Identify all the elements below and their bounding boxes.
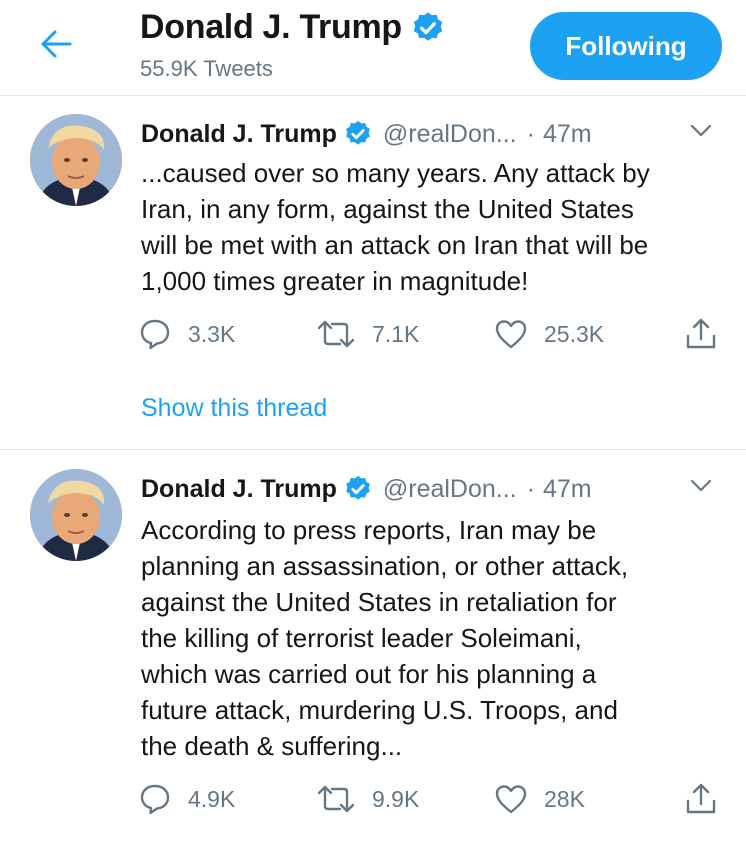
heart-icon (494, 783, 528, 815)
chevron-down-icon (690, 124, 712, 143)
tweet-text-line: 1,000 times greater in magnitude! (141, 266, 529, 296)
like-count: 28K (544, 785, 585, 812)
retweet-button[interactable]: 7.1K (316, 314, 419, 354)
verified-badge-icon (410, 10, 446, 46)
author-handle[interactable]: @realDon... (383, 475, 517, 504)
tweet-text-line: against the United States in retaliation… (141, 587, 617, 617)
page-title: Donald J. Trump (140, 8, 402, 46)
show-thread-link[interactable]: Show this thread (141, 394, 327, 423)
chevron-down-icon (690, 479, 712, 498)
author-name[interactable]: Donald J. Trump (141, 120, 337, 149)
back-arrow-icon (39, 29, 73, 64)
separator-dot: · (526, 119, 535, 148)
more-options-button[interactable] (686, 473, 716, 503)
avatar[interactable] (30, 469, 122, 561)
more-options-button[interactable] (686, 118, 716, 148)
tweet-text-line: planning an assassination, or other atta… (141, 551, 629, 581)
retweet-button[interactable]: 9.9K (316, 779, 419, 819)
tweet-timestamp[interactable]: 47m (543, 120, 592, 149)
share-button[interactable] (684, 779, 734, 819)
tweet-actions: 4.9K 9.9K 28K (138, 779, 728, 819)
tweet-actions: 3.3K 7.1K 25.3K (138, 314, 728, 354)
tweet-timestamp[interactable]: 47m (543, 475, 592, 504)
author-name[interactable]: Donald J. Trump (141, 475, 337, 504)
reply-count: 3.3K (188, 320, 236, 347)
tweet-text-line: will be met with an attack on Iran that … (141, 230, 649, 260)
retweet-count: 9.9K (372, 785, 420, 812)
share-icon (684, 317, 718, 351)
tweet-text: According to press reports, Iran may be … (141, 512, 731, 764)
back-button[interactable] (34, 24, 78, 68)
reply-icon (138, 317, 172, 351)
like-count: 25.3K (544, 320, 605, 347)
tweet-text-line: According to press reports, Iran may be (141, 515, 597, 545)
tweet-text-line: the death & suffering... (141, 731, 403, 761)
reply-count: 4.9K (188, 785, 236, 812)
retweet-icon (316, 784, 356, 814)
like-button[interactable]: 28K (494, 779, 585, 819)
share-button[interactable] (684, 314, 734, 354)
retweet-icon (316, 319, 356, 349)
tweet-count: 55.9K Tweets (140, 56, 273, 81)
following-button[interactable]: Following (530, 12, 722, 80)
separator-dot: · (526, 474, 535, 503)
tweet[interactable]: Donald J. Trump @realDon... · 47m ...cau… (0, 96, 746, 450)
share-icon (684, 782, 718, 816)
heart-icon (494, 318, 528, 350)
header-title-row: Donald J. Trump (140, 8, 446, 47)
tweet-header: Donald J. Trump @realDon... · 47m (141, 116, 722, 152)
avatar[interactable] (30, 114, 122, 206)
tweet[interactable]: Donald J. Trump @realDon... · 47m Accord… (0, 451, 746, 858)
reply-icon (138, 782, 172, 816)
tweet-text-line: ...caused over so many years. Any attack… (141, 158, 650, 188)
tweet-text-line: Iran, in any form, against the United St… (141, 194, 634, 224)
author-handle[interactable]: @realDon... (383, 120, 517, 149)
reply-button[interactable]: 4.9K (138, 779, 235, 819)
like-button[interactable]: 25.3K (494, 314, 604, 354)
verified-badge-icon (343, 119, 373, 149)
profile-header: Donald J. Trump 55.9K Tweets Following (0, 0, 746, 96)
tweet-text-line: the killing of terrorist leader Soleiman… (141, 623, 582, 653)
verified-badge-icon (343, 474, 373, 504)
tweet-text-line: which was carried out for his planning a (141, 659, 597, 689)
tweet-text: ...caused over so many years. Any attack… (141, 155, 731, 299)
tweet-text-line: future attack, murdering U.S. Troops, an… (141, 695, 618, 725)
retweet-count: 7.1K (372, 320, 420, 347)
reply-button[interactable]: 3.3K (138, 314, 235, 354)
tweet-header: Donald J. Trump @realDon... · 47m (141, 471, 722, 507)
